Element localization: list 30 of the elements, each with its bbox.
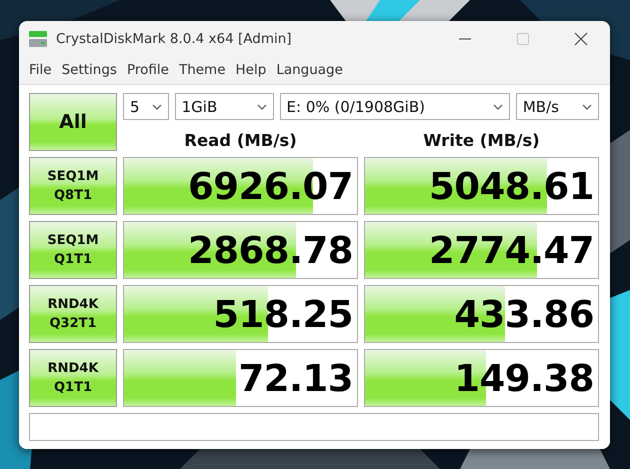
menu-item[interactable]: Settings	[58, 59, 121, 81]
close-icon	[574, 32, 588, 46]
disk-icon	[28, 28, 48, 48]
chevron-icon	[492, 104, 503, 110]
dropdown[interactable]: 5	[123, 93, 169, 120]
window-title: CrystalDiskMark 8.0.4 x64 [Admin]	[56, 30, 293, 46]
menu-item[interactable]: Theme	[174, 59, 230, 81]
test-button[interactable]: RND4K Q32T1	[29, 285, 117, 343]
dropdown[interactable]: E: 0% (0/1908GiB)	[280, 93, 510, 120]
all-button[interactable]: All	[29, 93, 117, 151]
menu-item[interactable]: Language	[272, 59, 347, 81]
chevron-icon	[256, 104, 267, 110]
minimize-icon	[458, 38, 472, 40]
result-value: 72.13	[238, 356, 353, 400]
test-button[interactable]: RND4K Q1T1	[29, 349, 117, 407]
result-value: 518.25	[213, 292, 353, 336]
test-button[interactable]: SEQ1M Q1T1	[29, 221, 117, 279]
dropdown[interactable]: MB/s	[516, 93, 599, 120]
test-button[interactable]: SEQ1M Q8T1	[29, 157, 117, 215]
dropdown[interactable]: 1GiB	[174, 93, 274, 120]
maximize-icon	[516, 32, 530, 46]
column-header: Write (MB/s)	[422, 131, 541, 151]
chevron-icon	[582, 104, 592, 110]
menu-item[interactable]: Help	[232, 59, 270, 81]
result-value: 433.86	[454, 292, 594, 336]
column-header: Read (MB/s)	[183, 131, 298, 151]
chevron-icon	[152, 104, 162, 110]
result-value: 149.38	[454, 356, 594, 400]
menu-item[interactable]: File	[25, 59, 56, 81]
menu-item[interactable]: Profile	[122, 59, 173, 81]
